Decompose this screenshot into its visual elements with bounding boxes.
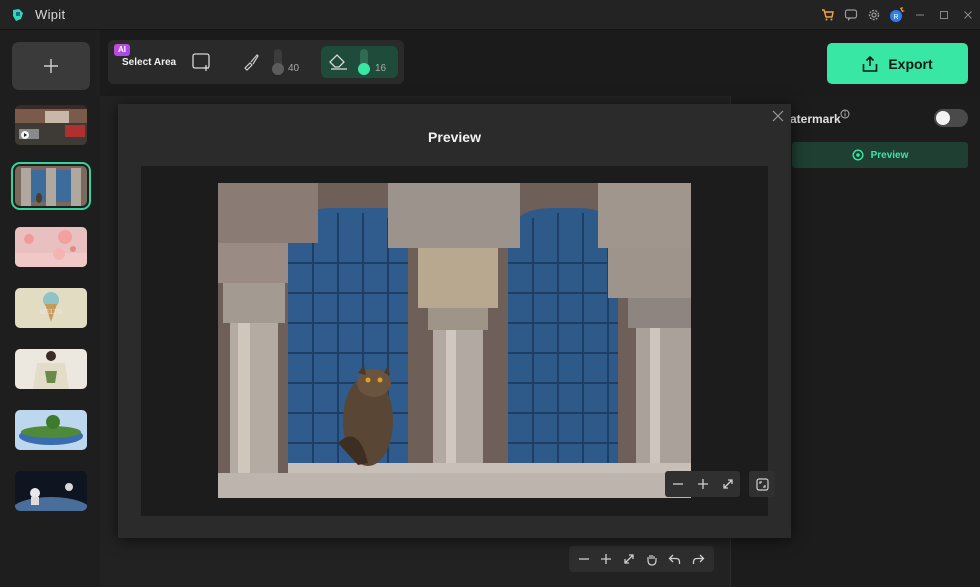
export-label: Export (888, 55, 933, 72)
brush-size-slider-knob[interactable] (272, 63, 284, 75)
ai-badge: AI (114, 44, 130, 56)
preview-fullscreen-button[interactable] (749, 471, 775, 497)
image-sidebar: MELTA (0, 30, 100, 587)
watermark-toggle[interactable] (934, 109, 968, 127)
title-bar: Wipit R (0, 0, 980, 30)
preview-expand-icon[interactable] (722, 478, 734, 490)
thumbnail-astronaut[interactable] (15, 471, 87, 511)
undo-icon[interactable] (668, 553, 681, 566)
brush-icon[interactable] (242, 53, 260, 71)
preview-zoom-out-icon[interactable] (672, 478, 684, 490)
thumbnail-owl-window[interactable] (11, 162, 91, 210)
select-area-button[interactable]: Select Area (122, 57, 176, 68)
preview-modal: Preview (118, 104, 791, 538)
minimize-button[interactable] (908, 0, 932, 30)
eraser-tool[interactable]: 16 (321, 46, 398, 78)
canvas-controls (569, 546, 714, 572)
brush-size-value: 40 (288, 63, 300, 74)
watermark-label: atermark (790, 112, 841, 126)
close-icon[interactable] (771, 109, 785, 123)
add-image-button[interactable] (12, 42, 90, 90)
preview-button-label: Preview (870, 149, 909, 161)
eraser-size-value: 16 (375, 63, 387, 74)
preview-frame (141, 166, 775, 516)
eraser-size-slider-knob[interactable] (358, 63, 370, 75)
fit-expand-icon[interactable] (623, 553, 635, 565)
close-window-button[interactable] (956, 0, 980, 30)
thumbnail-street-scene[interactable] (15, 105, 87, 145)
info-icon[interactable] (840, 109, 850, 119)
app-title: Wipit (35, 7, 66, 22)
thumbnail-ice-cream[interactable]: MELTA (15, 288, 87, 328)
zoom-out-icon[interactable] (578, 553, 590, 565)
svg-text:R: R (893, 14, 898, 21)
edit-toolbar: AI Select Area 40 16 (108, 40, 404, 84)
thumbnail-floating-island[interactable] (15, 410, 87, 450)
account-avatar-icon[interactable]: R (886, 4, 908, 26)
select-area-icon[interactable] (192, 53, 212, 71)
fullscreen-icon (755, 477, 769, 491)
eye-icon (852, 149, 864, 161)
export-button[interactable]: Export (827, 43, 968, 84)
preview-image (218, 183, 691, 498)
preview-zoom-in-icon[interactable] (697, 478, 709, 490)
svg-text:MELTA: MELTA (40, 308, 63, 316)
app-logo-icon (13, 8, 23, 21)
eraser-icon (329, 54, 347, 70)
preview-zoom-controls (665, 471, 740, 497)
settings-gear-icon[interactable] (863, 4, 885, 26)
plus-icon (44, 59, 58, 73)
redo-icon[interactable] (692, 553, 705, 566)
feedback-icon[interactable] (840, 4, 862, 26)
modal-title: Preview (428, 129, 481, 145)
maximize-button[interactable] (932, 0, 956, 30)
thumbnail-person-shirt[interactable] (15, 349, 87, 389)
zoom-in-icon[interactable] (600, 553, 612, 565)
preview-button[interactable]: Preview (792, 142, 968, 168)
thumbnail-balloons[interactable] (15, 227, 87, 267)
cart-icon[interactable] (817, 4, 839, 26)
upload-icon (863, 55, 878, 72)
hand-pan-icon[interactable] (645, 553, 658, 566)
